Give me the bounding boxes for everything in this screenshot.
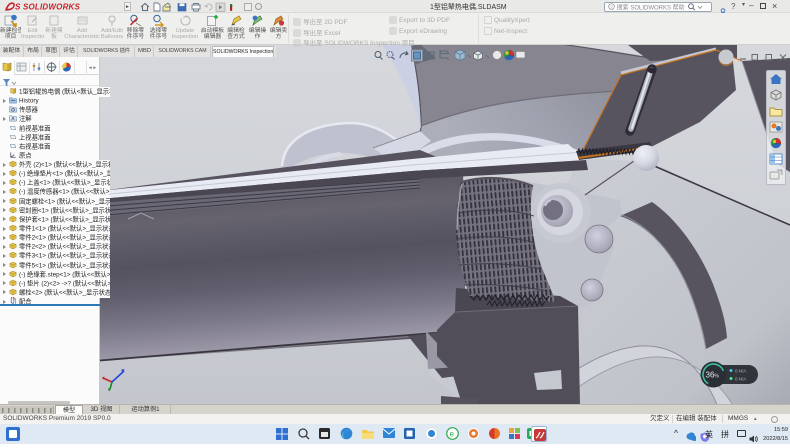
svg-text:0 N/A: 0 N/A <box>735 377 746 382</box>
svg-text:0 N/A: 0 N/A <box>735 369 746 374</box>
svg-text:e: e <box>450 430 455 439</box>
svg-text:S SOLIDWORKS: S SOLIDWORKS <box>15 3 81 12</box>
svg-text:?: ? <box>610 4 613 9</box>
